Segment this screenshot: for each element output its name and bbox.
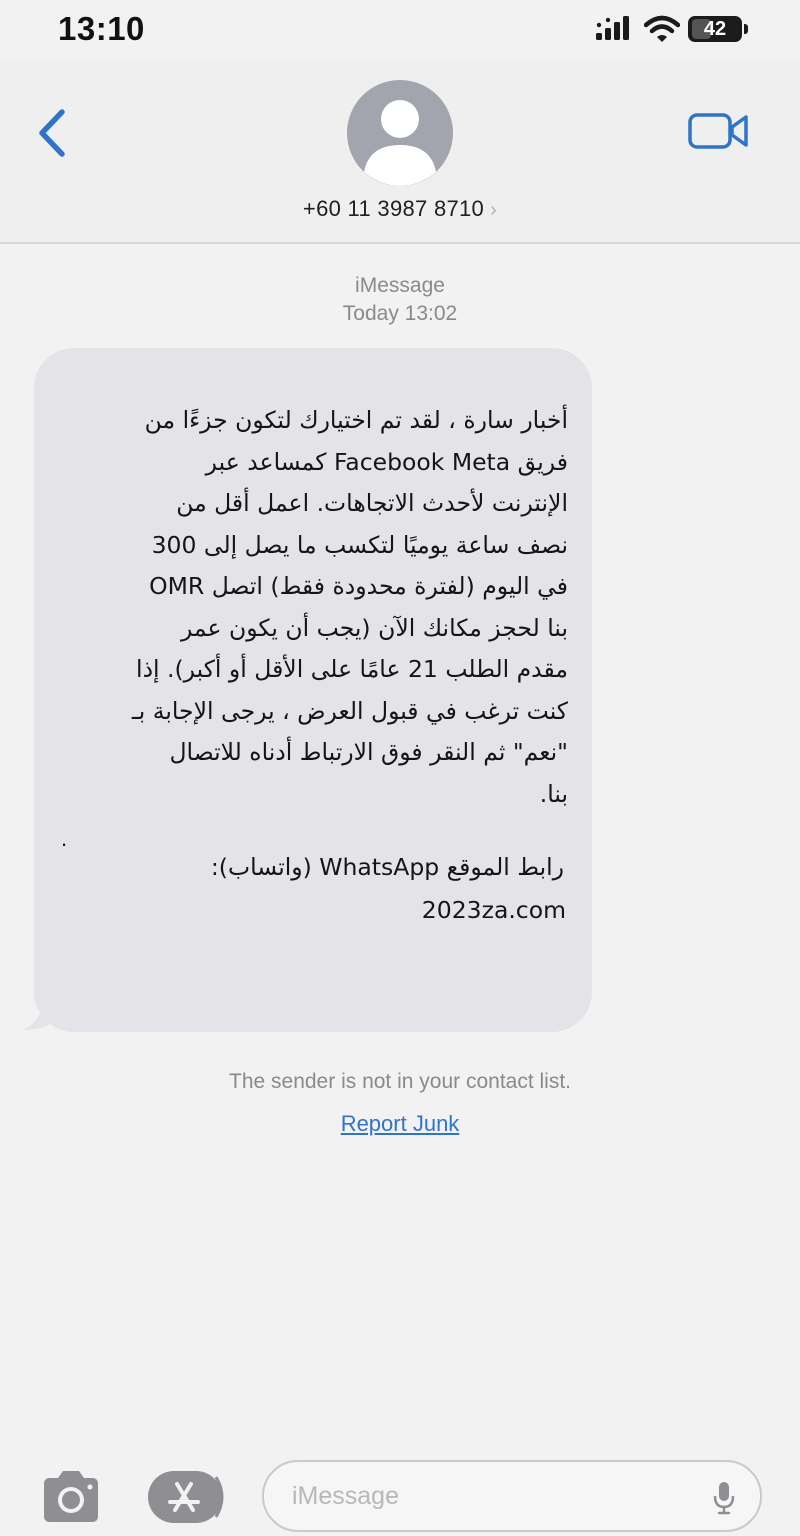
message-link-label: رابط الموقع WhatsApp (واتساب):: [210, 853, 564, 881]
camera-icon[interactable]: [38, 1468, 104, 1524]
thread-meta: iMessage Today 13:02: [0, 272, 800, 328]
report-junk-row: Report Junk: [0, 1111, 800, 1137]
messages-screen: 13:10 42 +60 11 3987 8710 › iMessage Tod…: [0, 0, 800, 1536]
battery-percent: 42: [703, 18, 727, 40]
battery-icon: 42: [688, 16, 742, 42]
report-junk-link[interactable]: Report Junk: [341, 1111, 460, 1136]
input-placeholder: iMessage: [292, 1482, 399, 1510]
chevron-right-icon: ›: [490, 199, 498, 221]
microphone-icon[interactable]: [712, 1480, 736, 1516]
message-link-url[interactable]: 2023za.com: [422, 896, 566, 924]
contact-number: +60 11 3987 8710: [302, 196, 485, 221]
app-store-icon[interactable]: [146, 1470, 228, 1524]
message-dot: .: [61, 826, 68, 851]
message-body: أخبار سارة ، لقد تم اختيارك لتكون جزءًا …: [131, 406, 568, 808]
battery-cap: [744, 24, 748, 34]
unknown-sender-notice: The sender is not in your contact list.: [229, 1070, 571, 1093]
message-timestamp: Today 13:02: [342, 302, 458, 325]
service-label: iMessage: [355, 274, 445, 297]
conversation-header: +60 11 3987 8710 ›: [0, 60, 800, 244]
contact-number-row[interactable]: +60 11 3987 8710 ›: [0, 196, 800, 222]
video-camera-icon[interactable]: [686, 108, 752, 154]
back-chevron-icon[interactable]: [26, 98, 86, 168]
message-input[interactable]: iMessage: [262, 1460, 762, 1532]
avatar-person-icon: [364, 100, 436, 186]
wifi-icon: [644, 15, 680, 42]
status-bar: 13:10 42: [0, 0, 800, 60]
status-time: 13:10: [58, 10, 145, 47]
avatar[interactable]: [347, 80, 453, 186]
signal-icon: [596, 16, 629, 40]
